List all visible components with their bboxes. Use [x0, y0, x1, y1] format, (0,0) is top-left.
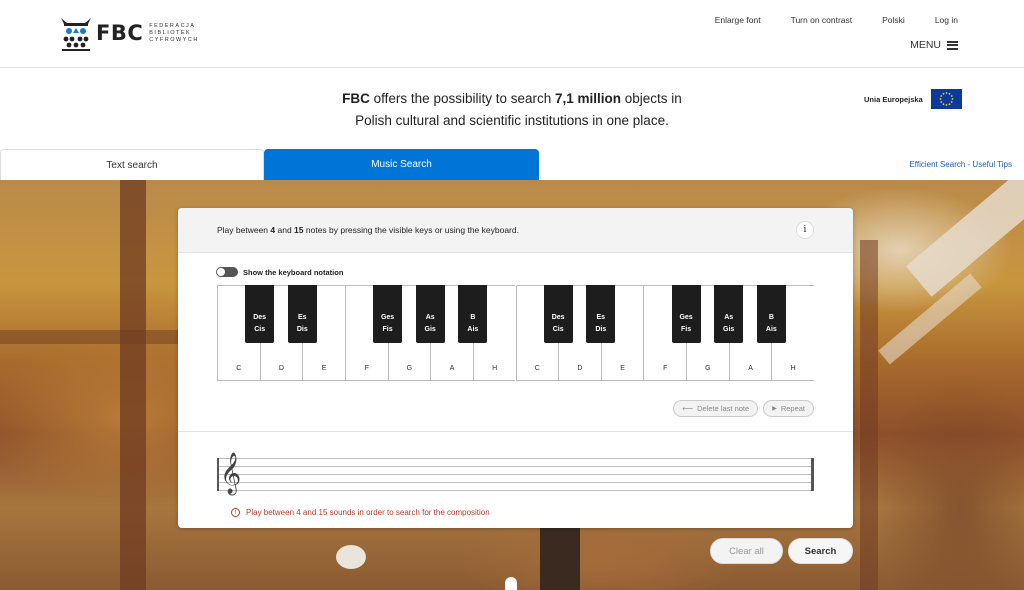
- black-key-label-top: B: [470, 314, 476, 321]
- top-links: Enlarge font Turn on contrast Polski Log…: [715, 15, 958, 25]
- contrast-link[interactable]: Turn on contrast: [791, 15, 853, 25]
- white-key-label: G: [705, 365, 711, 372]
- black-key[interactable]: Es Dis: [287, 285, 317, 343]
- black-key-label-bottom: Gis: [723, 326, 735, 333]
- black-key[interactable]: As Gis: [714, 285, 744, 343]
- site-header: FBC FEDERACJA BIBLIOTEK CYFROWYCH Enlarg…: [0, 0, 1024, 68]
- music-staff: 𝄞: [217, 453, 814, 494]
- login-link[interactable]: Log in: [935, 15, 958, 25]
- white-key-label: F: [663, 365, 668, 372]
- black-key-label-top: As: [724, 314, 734, 321]
- white-key-label: C: [236, 365, 242, 372]
- black-key-label-bottom: Gis: [424, 326, 436, 333]
- eu-badge[interactable]: Unia Europejska: [864, 89, 962, 109]
- tagline-count: 7,1 million: [555, 91, 622, 106]
- instr-max: 15: [294, 225, 304, 235]
- tagline-brand: FBC: [342, 91, 370, 106]
- black-key-label-bottom: Dis: [595, 326, 607, 333]
- warning-text: Play between 4 and 15 sounds in order to…: [246, 508, 490, 517]
- black-key-label-top: Des: [253, 314, 267, 321]
- tab-text-search[interactable]: Text search: [0, 149, 264, 180]
- white-key-label: A: [748, 365, 753, 372]
- treble-clef-icon: 𝄞: [220, 453, 242, 494]
- tab-music-search[interactable]: Music Search: [264, 149, 539, 180]
- arrow-left-icon: ⟵: [682, 404, 694, 413]
- black-key[interactable]: Ges Fis: [671, 285, 701, 343]
- white-key-label: C: [534, 365, 540, 372]
- black-key-label-bottom: Cis: [552, 326, 564, 333]
- black-key-label-bottom: Ais: [467, 326, 479, 333]
- instructions: Play between 4 and 15 notes by pressing …: [217, 225, 519, 235]
- black-key-label-bottom: Dis: [296, 326, 308, 333]
- black-key-label-top: Es: [298, 314, 307, 321]
- black-key-label-top: B: [768, 314, 774, 321]
- black-key-label-top: Ges: [679, 314, 693, 321]
- enlarge-font-link[interactable]: Enlarge font: [715, 15, 761, 25]
- warning-message: ! Play between 4 and 15 sounds in order …: [231, 508, 490, 517]
- tagline-text: objects in: [621, 91, 682, 106]
- black-key-label-top: Ges: [380, 314, 395, 321]
- black-key[interactable]: Ges Fis: [373, 285, 403, 343]
- eu-flag-icon: [930, 89, 962, 109]
- language-link[interactable]: Polski: [882, 15, 905, 25]
- eu-label: Unia Europejska: [864, 94, 923, 104]
- black-key-label-bottom: Fis: [681, 326, 692, 333]
- scroll-down-handle[interactable]: [505, 577, 517, 590]
- white-key-label: H: [790, 365, 796, 372]
- white-key-label: D: [278, 365, 284, 372]
- black-key-label-top: As: [425, 314, 435, 321]
- logo-text: FBC: [96, 21, 144, 45]
- notation-toggle[interactable]: [216, 267, 238, 277]
- black-key[interactable]: Des Cis: [543, 285, 573, 343]
- black-key-label-bottom: Ais: [765, 326, 777, 333]
- toggle-label: Show the keyboard notation: [243, 267, 344, 277]
- music-search-card: Play between 4 and 15 notes by pressing …: [178, 208, 853, 528]
- black-key-label-bottom: Cis: [254, 326, 266, 333]
- card-header: Play between 4 and 15 notes by pressing …: [178, 208, 853, 253]
- black-key-label-bottom: Fis: [382, 326, 393, 333]
- instr-text: Play between: [217, 225, 271, 235]
- white-key-label: H: [492, 365, 498, 372]
- instr-text: notes by pressing the visible keys or us…: [303, 225, 519, 235]
- white-key-label: A: [449, 365, 455, 372]
- clear-all-button[interactable]: Clear all: [710, 538, 783, 564]
- logo-sub-line: BIBLIOTEK: [149, 29, 192, 36]
- tagline-text: offers the possibility to search: [369, 91, 555, 106]
- owl-logo-icon: [60, 14, 92, 52]
- info-button[interactable]: i: [796, 221, 814, 239]
- fbc-logo[interactable]: FBC FEDERACJA BIBLIOTEK CYFROWYCH: [60, 14, 199, 52]
- hamburger-icon: [947, 40, 958, 50]
- logo-sub-line: FEDERACJA: [149, 22, 196, 29]
- play-icon: ▶: [772, 406, 777, 412]
- useful-tips-link[interactable]: Efficient Search - Useful Tips: [909, 160, 1012, 169]
- menu-button[interactable]: MENU: [910, 39, 958, 51]
- delete-label: Delete last note: [697, 404, 750, 413]
- black-key[interactable]: B Ais: [756, 285, 786, 343]
- white-key-label: E: [620, 365, 625, 372]
- black-key-label-top: Des: [551, 314, 565, 321]
- note-actions: ⟵ Delete last note ▶ Repeat: [673, 400, 814, 417]
- divider: [178, 431, 853, 432]
- white-key-label: G: [406, 365, 413, 372]
- black-key[interactable]: Es Dis: [586, 285, 616, 343]
- black-key[interactable]: B Ais: [458, 285, 488, 343]
- piano-keyboard: C D E F G A H C D E F G A H Des Cis Es Dis Ges Fis As Gis B Ais…: [217, 285, 814, 381]
- white-key-label: D: [577, 365, 583, 372]
- black-key[interactable]: As Gis: [415, 285, 445, 343]
- delete-last-note-button[interactable]: ⟵ Delete last note: [673, 400, 759, 417]
- warning-icon: !: [231, 508, 240, 517]
- logo-sub-line: CYFROWYCH: [149, 36, 199, 43]
- logo-subtitle: FEDERACJA BIBLIOTEK CYFROWYCH: [149, 23, 199, 44]
- menu-label: MENU: [910, 39, 941, 51]
- white-key-label: E: [321, 365, 327, 372]
- tagline-line-2: Polish cultural and scientific instituti…: [355, 113, 669, 128]
- black-key-label-top: Es: [596, 314, 606, 321]
- notation-toggle-row: Show the keyboard notation: [216, 267, 343, 277]
- repeat-button[interactable]: ▶ Repeat: [763, 400, 814, 417]
- instr-text: and: [275, 225, 295, 235]
- black-key[interactable]: Des Cis: [245, 285, 275, 343]
- white-key-label: F: [364, 365, 369, 372]
- repeat-label: Repeat: [780, 404, 805, 413]
- search-button[interactable]: Search: [788, 538, 853, 564]
